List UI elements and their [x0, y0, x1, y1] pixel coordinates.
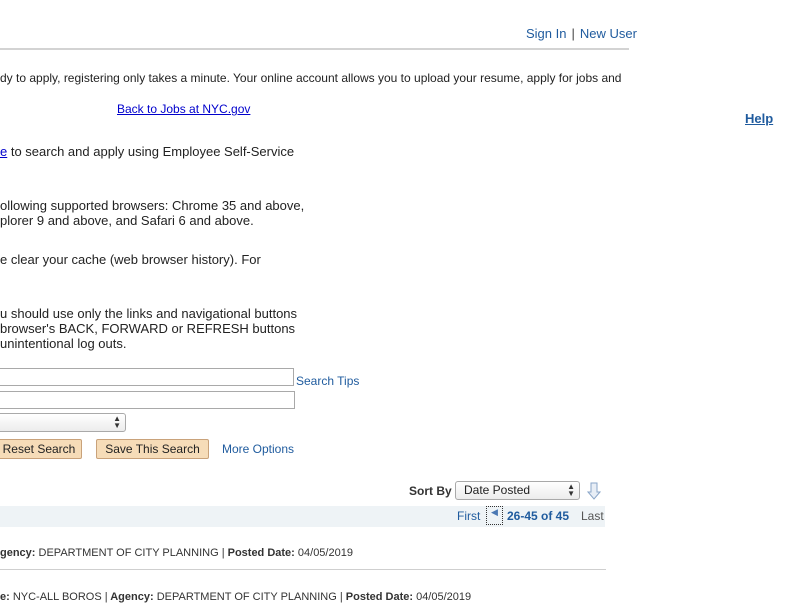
nav-note-line-2: browser's BACK, FORWARD or REFRESH butto…: [0, 321, 296, 336]
sort-descending-icon: [586, 482, 602, 500]
list-item: gency: DEPARTMENT OF CITY PLANNING | Pos…: [0, 547, 353, 559]
result-divider: [0, 569, 606, 570]
help-link[interactable]: Help: [745, 110, 773, 128]
nav-note-line-3: unintentional log outs.: [0, 336, 127, 351]
reset-search-button[interactable]: Reset Search: [0, 439, 82, 459]
more-options-link[interactable]: More Options: [222, 442, 294, 456]
pager-last-link: Last: [581, 509, 604, 523]
sign-in-link[interactable]: Sign In: [526, 26, 566, 41]
intro-text: dy to apply, registering only takes a mi…: [0, 71, 622, 85]
pager-range: 26-45 of 45: [507, 509, 570, 523]
posted-date-label: Posted Date:: [342, 591, 414, 603]
location-label: e:: [0, 591, 10, 603]
browsers-line-2: plorer 9 and above, and Safari 6 and abo…: [0, 213, 254, 228]
new-user-link[interactable]: New User: [580, 26, 637, 41]
nav-note-line-1: u should use only the links and navigati…: [0, 306, 298, 321]
agency-value: DEPARTMENT OF CITY PLANNING: [153, 591, 340, 603]
agency-value: DEPARTMENT OF CITY PLANNING: [35, 547, 222, 559]
sort-direction-button[interactable]: [586, 482, 602, 500]
pager-previous-button[interactable]: ◀: [486, 506, 503, 525]
agency-label: gency:: [0, 547, 36, 559]
header-divider: [0, 48, 629, 50]
header-links: Sign In | New User: [526, 26, 637, 41]
select-arrows-icon: ▲ ▼: [113, 414, 121, 430]
pager-first-link[interactable]: First: [457, 509, 480, 523]
cache-note: e clear your cache (web browser history)…: [0, 252, 261, 267]
location-input[interactable]: [0, 391, 295, 409]
save-search-button[interactable]: Save This Search: [96, 439, 209, 459]
posted-date-label: Posted Date:: [224, 547, 295, 559]
caret-left-icon: ◀: [491, 507, 498, 517]
agency-label: Agency:: [107, 591, 154, 603]
help-link-label: Help: [745, 111, 774, 126]
ess-text: to search and apply using Employee Self-…: [7, 144, 295, 159]
sort-by-label: Sort By: [409, 484, 452, 498]
list-item: e: NYC-ALL BOROS | Agency: DEPARTMENT OF…: [0, 591, 471, 603]
keyword-input[interactable]: [0, 368, 294, 386]
location-value: NYC-ALL BOROS: [9, 591, 105, 603]
posted-date-value: 04/05/2019: [294, 547, 353, 559]
search-tips-link[interactable]: Search Tips: [296, 374, 359, 388]
category-select[interactable]: ▲ ▼: [0, 413, 126, 432]
browsers-line-1: ollowing supported browsers: Chrome 35 a…: [0, 198, 305, 213]
ess-paragraph: e to search and apply using Employee Sel…: [0, 144, 294, 159]
sort-select-arrows-icon: ▲ ▼: [567, 482, 575, 498]
posted-date-value: 04/05/2019: [413, 591, 472, 603]
header-separator: |: [571, 26, 575, 41]
back-to-jobs-link[interactable]: Back to Jobs at NYC.gov: [117, 102, 250, 117]
sort-by-select[interactable]: Date Posted ▲ ▼: [455, 481, 580, 500]
sort-by-select-value: Date Posted: [464, 483, 531, 497]
